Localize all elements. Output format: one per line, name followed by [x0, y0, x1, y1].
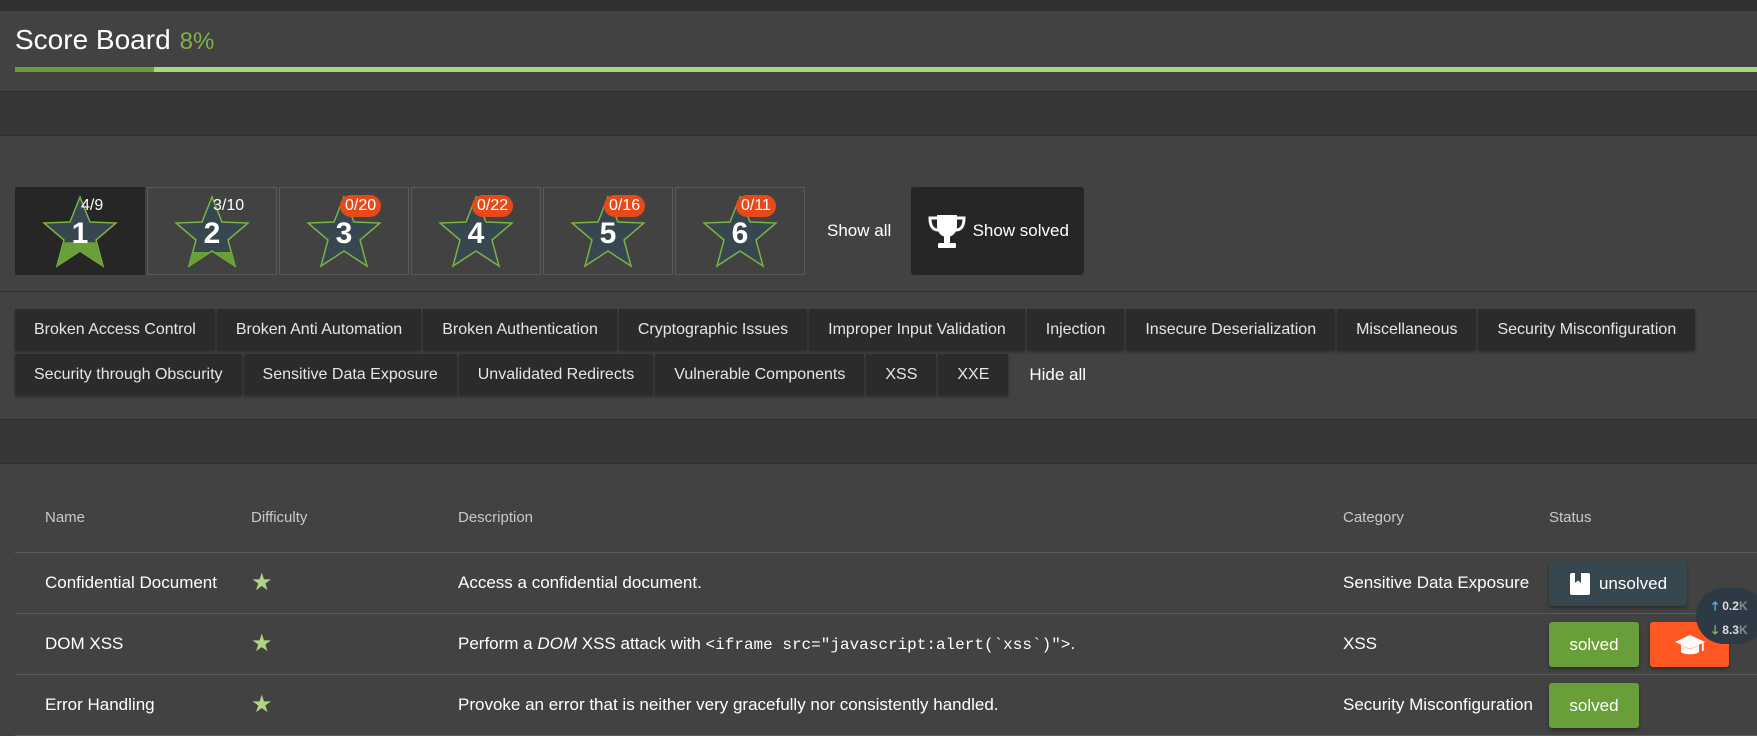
- difficulty-filter-5[interactable]: 5 0/16: [543, 187, 673, 275]
- difficulty-count-badge: 3/10: [213, 197, 245, 214]
- graduation-cap-icon: [1674, 634, 1705, 654]
- challenge-name: Confidential Document: [45, 573, 217, 592]
- score-percent: 8%: [179, 28, 215, 55]
- status-label: unsolved: [1598, 574, 1668, 593]
- spacer-band: [0, 92, 1757, 135]
- solved-status-button[interactable]: solved: [1549, 683, 1639, 728]
- challenge-description: Provoke an error that is neither very gr…: [458, 695, 999, 714]
- category-filter-broken-access-control[interactable]: Broken Access Control: [15, 309, 215, 350]
- category-filter-xxe[interactable]: XXE: [938, 354, 1009, 395]
- difficulty-level: 2: [204, 217, 221, 250]
- category-filter-broken-anti-automation[interactable]: Broken Anti Automation: [216, 309, 422, 350]
- challenge-description: Perform a DOM XSS attack with <iframe sr…: [458, 634, 1076, 654]
- column-header-name[interactable]: Name: [45, 509, 85, 526]
- difficulty-filter-1[interactable]: 1 4/9: [15, 187, 145, 275]
- difficulty-star-icon: ★: [251, 569, 273, 596]
- column-header-description: Description: [458, 509, 534, 526]
- difficulty-filter-6[interactable]: 6 0/11: [675, 187, 805, 275]
- challenge-category: Sensitive Data Exposure: [1343, 573, 1530, 592]
- difficulty-filter: 1 4/9 2 3/10 3 0/20 4 0/22 5 0/16 6 0/11 Show all S…: [15, 187, 1085, 275]
- page-title: Score Board: [15, 24, 171, 55]
- upload-arrow-icon: 🡑: [1712, 599, 1719, 613]
- divider: [0, 135, 1757, 136]
- difficulty-count-badge: 0/20: [340, 195, 382, 217]
- spacer-band: [0, 420, 1757, 463]
- category-filter-insecure-deserialization[interactable]: Insecure Deserialization: [1126, 309, 1336, 350]
- category-filter: Broken Access Control Broken Anti Automat…: [15, 309, 1755, 399]
- page-header: Score Board 8%: [15, 24, 214, 56]
- divider: [0, 291, 1757, 292]
- speed-unit: K: [1738, 599, 1748, 613]
- difficulty-count-badge: 0/16: [604, 195, 646, 217]
- challenge-category: XSS: [1343, 634, 1378, 653]
- column-header-category[interactable]: Category: [1343, 509, 1404, 526]
- difficulty-count-badge: 4/9: [81, 197, 104, 214]
- challenge-table: Name Difficulty Description Category Sta…: [15, 494, 1757, 736]
- download-arrow-icon: 🡓: [1712, 623, 1719, 637]
- category-filter-broken-authentication[interactable]: Broken Authentication: [423, 309, 617, 350]
- difficulty-count-badge: 0/11: [736, 195, 776, 217]
- difficulty-star-icon: ★: [251, 691, 273, 718]
- code-snippet: <iframe src="javascript:alert(`xss`)">: [705, 636, 1071, 654]
- bookmark-icon: [1569, 573, 1590, 595]
- challenge-name: DOM XSS: [45, 634, 124, 653]
- challenge-category: Security Misconfiguration: [1343, 695, 1533, 714]
- column-header-status[interactable]: Status: [1549, 509, 1592, 526]
- score-progress-fill: [15, 67, 155, 72]
- status-label: solved: [1569, 695, 1619, 715]
- table-row: Confidential Document ★ Access a confide…: [15, 553, 1757, 614]
- network-speed-widget[interactable]: 🡑 0.2K 🡓 8.3K: [1696, 588, 1757, 644]
- speed-unit: K: [1738, 623, 1748, 637]
- category-filter-improper-input-validation[interactable]: Improper Input Validation: [809, 309, 1025, 350]
- difficulty-level: 6: [732, 217, 749, 250]
- score-progress-bar: [15, 67, 1757, 72]
- challenge-name: Error Handling: [45, 695, 155, 714]
- difficulty-filter-3[interactable]: 3 0/20: [279, 187, 409, 275]
- upload-speed: 0.2: [1722, 599, 1739, 613]
- difficulty-star-icon: ★: [251, 630, 273, 657]
- difficulty-level: 3: [336, 217, 353, 250]
- hide-all-categories-button[interactable]: Hide all: [1010, 354, 1105, 395]
- show-solved-label: Show solved: [972, 221, 1069, 240]
- table-row: DOM XSS ★ Perform a DOM XSS attack with …: [15, 614, 1757, 675]
- category-filter-injection[interactable]: Injection: [1026, 309, 1125, 350]
- top-strip: [0, 0, 1757, 11]
- category-filter-sensitive-data-exposure[interactable]: Sensitive Data Exposure: [243, 354, 457, 395]
- solved-status-button[interactable]: solved: [1549, 622, 1639, 667]
- category-row: Broken Access Control Broken Anti Automat…: [15, 309, 1755, 350]
- category-filter-cryptographic-issues[interactable]: Cryptographic Issues: [618, 309, 808, 350]
- category-filter-xss[interactable]: XSS: [866, 354, 937, 395]
- table-header: Name Difficulty Description Category Sta…: [15, 494, 1757, 553]
- difficulty-filter-2[interactable]: 2 3/10: [147, 187, 277, 275]
- challenge-description: Access a confidential document.: [458, 573, 702, 592]
- show-solved-button[interactable]: Show solved: [911, 187, 1085, 275]
- category-row: Security through Obscurity Sensitive Data…: [15, 354, 1755, 395]
- difficulty-count-badge: 0/22: [472, 195, 514, 217]
- status-label: solved: [1569, 634, 1619, 654]
- category-filter-security-through-obscurity[interactable]: Security through Obscurity: [15, 354, 242, 395]
- divider: [0, 463, 1757, 464]
- category-filter-miscellaneous[interactable]: Miscellaneous: [1337, 309, 1477, 350]
- difficulty-filter-4[interactable]: 4 0/22: [411, 187, 541, 275]
- download-speed: 8.3: [1722, 623, 1739, 637]
- category-filter-vulnerable-components[interactable]: Vulnerable Components: [655, 354, 865, 395]
- unsolved-status-button[interactable]: unsolved: [1549, 562, 1687, 606]
- category-filter-security-misconfiguration[interactable]: Security Misconfiguration: [1478, 309, 1696, 350]
- table-row: Error Handling ★ Provoke an error that i…: [15, 675, 1757, 736]
- difficulty-level: 5: [600, 217, 617, 250]
- column-header-difficulty[interactable]: Difficulty: [251, 509, 307, 526]
- difficulty-level: 1: [72, 217, 89, 250]
- difficulty-level: 4: [468, 217, 485, 250]
- category-filter-unvalidated-redirects[interactable]: Unvalidated Redirects: [458, 354, 654, 395]
- show-all-difficulties-button[interactable]: Show all: [827, 221, 891, 241]
- trophy-icon: [928, 215, 966, 248]
